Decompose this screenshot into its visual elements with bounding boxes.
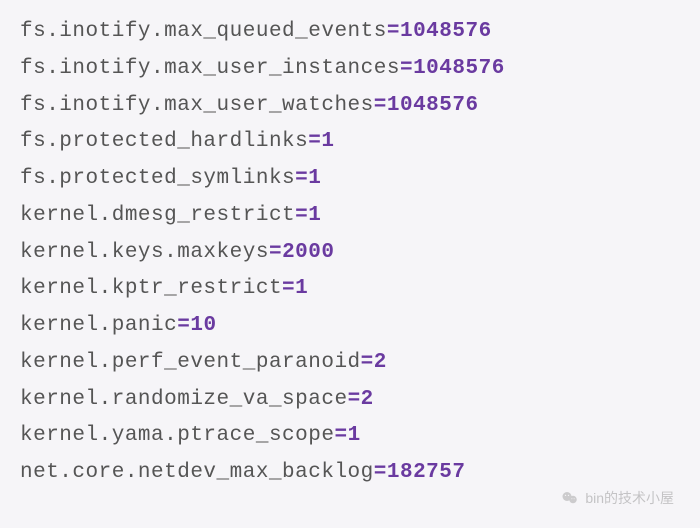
config-key: fs.inotify.max_user_instances: [20, 57, 400, 80]
watermark-text: bin的技术小屋: [585, 488, 674, 508]
equals-sign: =: [348, 388, 361, 411]
equals-sign: =: [361, 351, 374, 374]
config-line: kernel.perf_event_paranoid=2: [20, 345, 680, 382]
sysctl-config-listing: fs.inotify.max_queued_events=1048576 fs.…: [0, 0, 700, 492]
equals-sign: =: [374, 94, 387, 117]
wechat-icon: [561, 489, 579, 507]
config-line: fs.protected_hardlinks=1: [20, 124, 680, 161]
config-key: kernel.yama.ptrace_scope: [20, 424, 334, 447]
config-key: fs.protected_symlinks: [20, 167, 295, 190]
config-line: fs.inotify.max_user_instances=1048576: [20, 51, 680, 88]
config-value: 1: [308, 167, 321, 190]
config-value: 1: [308, 204, 321, 227]
config-key: kernel.perf_event_paranoid: [20, 351, 361, 374]
config-value: 2: [374, 351, 387, 374]
config-line: kernel.randomize_va_space=2: [20, 382, 680, 419]
equals-sign: =: [308, 130, 321, 153]
config-line: kernel.keys.maxkeys=2000: [20, 235, 680, 272]
config-value: 1: [321, 130, 334, 153]
config-key: fs.inotify.max_user_watches: [20, 94, 374, 117]
equals-sign: =: [295, 167, 308, 190]
equals-sign: =: [295, 204, 308, 227]
config-value: 1048576: [413, 57, 505, 80]
equals-sign: =: [282, 277, 295, 300]
equals-sign: =: [177, 314, 190, 337]
config-key: kernel.randomize_va_space: [20, 388, 348, 411]
equals-sign: =: [374, 461, 387, 484]
config-key: kernel.kptr_restrict: [20, 277, 282, 300]
config-line: kernel.kptr_restrict=1: [20, 271, 680, 308]
config-value: 182757: [387, 461, 466, 484]
config-value: 2000: [282, 241, 334, 264]
config-line: kernel.panic=10: [20, 308, 680, 345]
config-line: fs.protected_symlinks=1: [20, 161, 680, 198]
equals-sign: =: [269, 241, 282, 264]
config-value: 1: [295, 277, 308, 300]
config-key: fs.protected_hardlinks: [20, 130, 308, 153]
config-value: 1048576: [400, 20, 492, 43]
watermark: bin的技术小屋: [561, 488, 674, 508]
equals-sign: =: [334, 424, 347, 447]
equals-sign: =: [400, 57, 413, 80]
config-value: 2: [361, 388, 374, 411]
equals-sign: =: [387, 20, 400, 43]
config-line: fs.inotify.max_user_watches=1048576: [20, 88, 680, 125]
config-line: kernel.dmesg_restrict=1: [20, 198, 680, 235]
config-key: kernel.keys.maxkeys: [20, 241, 269, 264]
config-line: kernel.yama.ptrace_scope=1: [20, 418, 680, 455]
config-line: net.core.netdev_max_backlog=182757: [20, 455, 680, 492]
config-key: kernel.dmesg_restrict: [20, 204, 295, 227]
config-key: kernel.panic: [20, 314, 177, 337]
config-value: 10: [190, 314, 216, 337]
config-value: 1: [348, 424, 361, 447]
config-key: net.core.netdev_max_backlog: [20, 461, 374, 484]
config-line: fs.inotify.max_queued_events=1048576: [20, 14, 680, 51]
config-key: fs.inotify.max_queued_events: [20, 20, 387, 43]
config-value: 1048576: [387, 94, 479, 117]
